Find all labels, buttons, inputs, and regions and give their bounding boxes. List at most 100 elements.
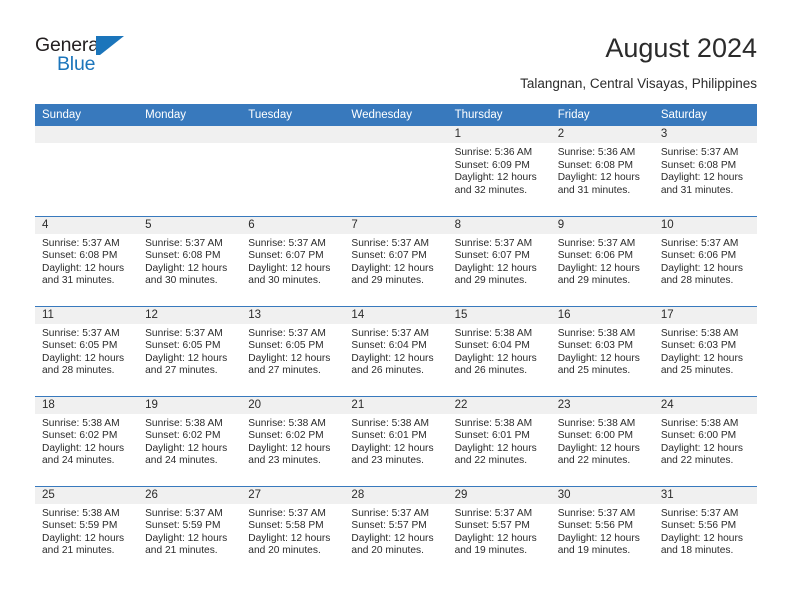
day-sun-details: Sunrise: 5:38 AM Sunset: 6:03 PM Daylight:… xyxy=(654,324,757,378)
day-detail-line: Sunrise: 5:38 AM xyxy=(145,417,223,429)
calendar-day-cell[interactable]: 16 Sunrise: 5:38 AM Sunset: 6:03 PM Dayligh… xyxy=(550,305,654,396)
day-number: 23 xyxy=(550,396,654,414)
day-number: 24 xyxy=(653,396,757,414)
day-sun-details: Sunrise: 5:38 AM Sunset: 6:02 PM Daylight:… xyxy=(138,414,241,468)
weekday-header-friday: Friday xyxy=(550,104,654,126)
calendar-day-cell[interactable]: 26 Sunrise: 5:37 AM Sunset: 5:59 PM Dayligh… xyxy=(138,485,242,576)
brand-logo[interactable]: General Blue xyxy=(35,34,155,80)
day-detail-line: and 31 minutes. xyxy=(42,275,115,287)
calendar-day-cell[interactable]: 4 Sunrise: 5:37 AM Sunset: 6:08 PM Daylight… xyxy=(35,215,139,306)
calendar-week-row: 4 Sunrise: 5:37 AM Sunset: 6:08 PM Daylight… xyxy=(35,215,757,306)
day-detail-line: Sunset: 6:03 PM xyxy=(557,340,634,352)
calendar-day-cell[interactable]: 10 Sunrise: 5:37 AM Sunset: 6:06 PM Dayligh… xyxy=(653,215,757,306)
day-detail-line: Daylight: 12 hours xyxy=(660,262,743,274)
calendar-day-cell[interactable]: 21 Sunrise: 5:38 AM Sunset: 6:01 PM Dayligh… xyxy=(344,395,448,486)
calendar-day-cell[interactable]: 31 Sunrise: 5:37 AM Sunset: 5:56 PM Dayligh… xyxy=(653,485,757,576)
day-detail-line: Daylight: 12 hours xyxy=(145,352,228,364)
calendar-day-cell[interactable]: 14 Sunrise: 5:37 AM Sunset: 6:04 PM Dayligh… xyxy=(344,305,448,396)
day-number: 18 xyxy=(35,396,139,414)
calendar-day-cell[interactable]: 13 Sunrise: 5:37 AM Sunset: 6:05 PM Dayligh… xyxy=(241,305,345,396)
day-detail-line: Sunset: 6:05 PM xyxy=(145,340,221,352)
day-sun-details: Sunrise: 5:37 AM Sunset: 6:08 PM Daylight:… xyxy=(35,234,138,288)
day-sun-details: Sunrise: 5:37 AM Sunset: 6:05 PM Daylight:… xyxy=(138,324,241,378)
calendar-day-cell[interactable]: 12 Sunrise: 5:37 AM Sunset: 6:05 PM Dayligh… xyxy=(138,305,242,396)
day-number: 21 xyxy=(344,396,448,414)
day-number xyxy=(344,126,448,143)
calendar-day-cell[interactable]: 19 Sunrise: 5:38 AM Sunset: 6:02 PM Dayligh… xyxy=(138,395,242,486)
day-number xyxy=(241,126,345,143)
day-detail-line: Daylight: 12 hours xyxy=(557,262,640,274)
calendar-day-cell[interactable]: 28 Sunrise: 5:37 AM Sunset: 5:57 PM Dayligh… xyxy=(344,485,448,576)
day-number: 12 xyxy=(138,306,242,324)
logo-triangle-shape xyxy=(100,36,124,55)
day-detail-line: Sunset: 6:02 PM xyxy=(248,430,324,442)
day-detail-line: and 19 minutes. xyxy=(454,545,528,557)
day-detail-line: Sunset: 6:02 PM xyxy=(145,430,221,442)
calendar-header-row-group: Sunday Monday Tuesday Wednesday Thursday Frid… xyxy=(35,104,757,126)
day-detail-line: Sunrise: 5:36 AM xyxy=(454,147,533,158)
calendar-day-cell[interactable]: 11 Sunrise: 5:37 AM Sunset: 6:05 PM Dayligh… xyxy=(35,305,139,396)
calendar-day-cell[interactable]: 24 Sunrise: 5:38 AM Sunset: 6:00 PM Dayligh… xyxy=(653,395,757,486)
day-detail-line: Sunrise: 5:37 AM xyxy=(351,327,430,339)
day-detail-line: Sunrise: 5:38 AM xyxy=(42,417,120,429)
day-detail-line: Sunset: 6:00 PM xyxy=(660,430,737,442)
day-sun-details: Sunrise: 5:38 AM Sunset: 6:01 PM Daylight:… xyxy=(448,414,551,468)
day-detail-line: Daylight: 12 hours xyxy=(351,352,434,364)
weekday-header-sunday: Sunday xyxy=(35,104,139,126)
day-sun-details: Sunrise: 5:37 AM Sunset: 5:56 PM Daylight:… xyxy=(551,504,654,558)
calendar-day-cell[interactable]: 18 Sunrise: 5:38 AM Sunset: 6:02 PM Dayligh… xyxy=(35,395,139,486)
day-detail-line: and 22 minutes. xyxy=(660,455,734,467)
day-number: 19 xyxy=(138,396,242,414)
calendar-day-cell[interactable]: 20 Sunrise: 5:38 AM Sunset: 6:02 PM Dayligh… xyxy=(241,395,345,486)
day-detail-line: and 22 minutes. xyxy=(557,455,631,467)
day-detail-line: Sunset: 5:56 PM xyxy=(557,520,634,532)
calendar-day-cell[interactable]: 8 Sunrise: 5:37 AM Sunset: 6:07 PM Daylight… xyxy=(447,215,551,306)
calendar-week-row: 11 Sunrise: 5:37 AM Sunset: 6:05 PM Dayligh… xyxy=(35,305,757,396)
day-sun-details: Sunrise: 5:38 AM Sunset: 6:00 PM Daylight:… xyxy=(551,414,654,468)
day-detail-line: Sunset: 6:06 PM xyxy=(557,250,634,262)
calendar-day-cell[interactable]: 23 Sunrise: 5:38 AM Sunset: 6:00 PM Dayligh… xyxy=(550,395,654,486)
day-detail-line: Sunrise: 5:38 AM xyxy=(660,417,739,429)
day-detail-line: and 27 minutes. xyxy=(248,365,321,377)
day-detail-line: Daylight: 12 hours xyxy=(145,442,228,454)
calendar-day-cell[interactable]: 7 Sunrise: 5:37 AM Sunset: 6:07 PM Daylight… xyxy=(344,215,448,306)
calendar-grid: Sunday Monday Tuesday Wednesday Thursday Frid… xyxy=(35,104,757,576)
calendar-day-cell-empty xyxy=(138,126,242,216)
calendar-day-cell-empty xyxy=(35,126,139,216)
day-detail-line: Daylight: 12 hours xyxy=(248,352,331,364)
day-detail-line: Sunset: 6:02 PM xyxy=(42,430,118,442)
day-detail-line: Sunrise: 5:38 AM xyxy=(454,417,533,429)
day-detail-line: Daylight: 12 hours xyxy=(454,262,537,274)
day-sun-details: Sunrise: 5:38 AM Sunset: 6:01 PM Daylight:… xyxy=(344,414,447,468)
day-detail-line: Daylight: 12 hours xyxy=(42,352,125,364)
day-sun-details: Sunrise: 5:38 AM Sunset: 5:59 PM Daylight:… xyxy=(35,504,138,558)
day-detail-line: Daylight: 12 hours xyxy=(660,442,743,454)
day-number: 10 xyxy=(653,216,757,234)
calendar-day-cell[interactable]: 6 Sunrise: 5:37 AM Sunset: 6:07 PM Daylight… xyxy=(241,215,345,306)
day-sun-details: Sunrise: 5:37 AM Sunset: 5:57 PM Daylight:… xyxy=(448,504,551,558)
day-detail-line: Sunset: 6:07 PM xyxy=(248,250,324,262)
calendar-day-cell[interactable]: 15 Sunrise: 5:38 AM Sunset: 6:04 PM Dayligh… xyxy=(447,305,551,396)
calendar-day-cell[interactable]: 2 Sunrise: 5:36 AM Sunset: 6:08 PM Daylight… xyxy=(550,126,654,216)
weekday-header-tuesday: Tuesday xyxy=(241,104,345,126)
day-detail-line: Sunset: 5:57 PM xyxy=(454,520,530,532)
day-detail-line: Sunset: 6:08 PM xyxy=(660,159,737,171)
calendar-day-cell[interactable]: 22 Sunrise: 5:38 AM Sunset: 6:01 PM Dayligh… xyxy=(447,395,551,486)
calendar-day-cell[interactable]: 5 Sunrise: 5:37 AM Sunset: 6:08 PM Daylight… xyxy=(138,215,242,306)
calendar-day-cell[interactable]: 29 Sunrise: 5:37 AM Sunset: 5:57 PM Dayligh… xyxy=(447,485,551,576)
calendar-day-cell[interactable]: 27 Sunrise: 5:37 AM Sunset: 5:58 PM Dayligh… xyxy=(241,485,345,576)
day-detail-line: Sunrise: 5:37 AM xyxy=(454,237,533,249)
day-detail-line: Daylight: 12 hours xyxy=(660,532,743,544)
calendar-day-cell[interactable]: 1 Sunrise: 5:36 AM Sunset: 6:09 PM Daylight… xyxy=(447,126,551,216)
day-detail-line: Daylight: 12 hours xyxy=(557,532,640,544)
calendar-day-cell[interactable]: 9 Sunrise: 5:37 AM Sunset: 6:06 PM Daylight… xyxy=(550,215,654,306)
page-subtitle-location: Talangnan, Central Visayas, Philippines xyxy=(520,76,757,91)
calendar-day-cell[interactable]: 17 Sunrise: 5:38 AM Sunset: 6:03 PM Dayligh… xyxy=(653,305,757,396)
calendar-day-cell[interactable]: 3 Sunrise: 5:37 AM Sunset: 6:08 PM Daylight… xyxy=(653,126,757,216)
calendar-day-cell[interactable]: 30 Sunrise: 5:37 AM Sunset: 5:56 PM Dayligh… xyxy=(550,485,654,576)
calendar-day-cell[interactable]: 25 Sunrise: 5:38 AM Sunset: 5:59 PM Dayligh… xyxy=(35,485,139,576)
day-number: 14 xyxy=(344,306,448,324)
day-detail-line: Sunset: 6:05 PM xyxy=(42,340,118,352)
day-detail-line: Sunset: 6:00 PM xyxy=(557,430,634,442)
calendar-week-row: 25 Sunrise: 5:38 AM Sunset: 5:59 PM Dayligh… xyxy=(35,485,757,576)
